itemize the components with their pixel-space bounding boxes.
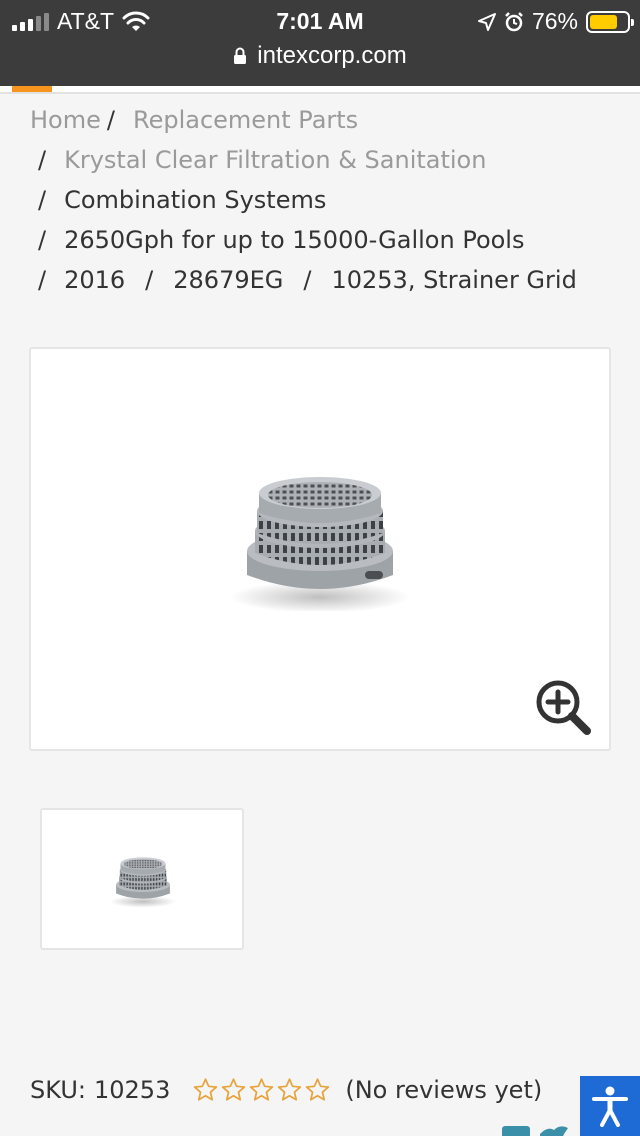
url-text[interactable]: intexcorp.com bbox=[257, 42, 406, 70]
breadcrumb-separator: / bbox=[106, 106, 115, 134]
strainer-grid-thumbnail-image bbox=[109, 857, 177, 908]
sku-label: SKU: bbox=[30, 1076, 86, 1104]
star-outline-icon bbox=[250, 1078, 274, 1101]
breadcrumb: Home / Replacement Parts / Krystal Clear Fi… bbox=[30, 100, 620, 300]
lock-icon bbox=[234, 47, 247, 64]
facebook-icon[interactable] bbox=[502, 1126, 530, 1136]
status-bar: AT&T 7:01 AM 76% bbox=[0, 0, 640, 40]
star-outline-icon bbox=[194, 1078, 218, 1101]
rating-stars[interactable] bbox=[192, 1077, 331, 1103]
location-arrow-icon bbox=[477, 12, 496, 31]
product-image-frame[interactable] bbox=[29, 347, 611, 751]
battery-icon bbox=[586, 10, 634, 33]
social-share-icons bbox=[502, 1124, 582, 1136]
breadcrumb-krystal-clear[interactable]: Krystal Clear Filtration & Sanitation bbox=[64, 146, 486, 174]
star-outline-icon bbox=[278, 1078, 302, 1101]
star-outline-icon bbox=[306, 1078, 330, 1101]
accessibility-button[interactable] bbox=[580, 1076, 640, 1136]
breadcrumb-separator: / bbox=[145, 266, 154, 294]
battery-percent: 76% bbox=[531, 8, 578, 34]
status-right: 76% bbox=[477, 8, 634, 35]
breadcrumb-model-number[interactable]: 28679EG bbox=[173, 266, 283, 294]
sku-value: 10253 bbox=[93, 1076, 171, 1104]
twitter-icon[interactable] bbox=[538, 1124, 570, 1136]
product-thumbnail[interactable] bbox=[40, 808, 244, 950]
breadcrumb-replacement-parts[interactable]: Replacement Parts bbox=[133, 106, 358, 134]
breadcrumb-separator: / bbox=[38, 146, 47, 174]
breadcrumb-separator: / bbox=[38, 186, 47, 214]
reviews-link[interactable]: (No reviews yet) bbox=[345, 1076, 542, 1104]
browser-header: AT&T 7:01 AM 76% intexcorp.com bbox=[0, 0, 640, 86]
strainer-grid-image bbox=[230, 477, 410, 611]
breadcrumb-current-part: 10253, Strainer Grid bbox=[331, 266, 577, 294]
product-meta: SKU: 10253 (No reviews yet) bbox=[30, 1076, 542, 1104]
star-outline-icon bbox=[222, 1078, 246, 1101]
breadcrumb-separator: / bbox=[303, 266, 312, 294]
zoom-in-icon[interactable] bbox=[535, 679, 591, 735]
alarm-clock-icon bbox=[505, 11, 523, 31]
accessibility-icon bbox=[592, 1086, 628, 1127]
breadcrumb-pump-model[interactable]: 2650Gph for up to 15000-Gallon Pools bbox=[64, 226, 524, 254]
address-bar[interactable]: intexcorp.com bbox=[0, 40, 640, 72]
breadcrumb-year[interactable]: 2016 bbox=[64, 266, 125, 294]
breadcrumb-separator: / bbox=[38, 266, 47, 294]
breadcrumb-home[interactable]: Home bbox=[30, 106, 101, 134]
breadcrumb-combination-systems[interactable]: Combination Systems bbox=[64, 186, 326, 214]
page-load-progress bbox=[0, 86, 640, 94]
breadcrumb-separator: / bbox=[38, 226, 47, 254]
